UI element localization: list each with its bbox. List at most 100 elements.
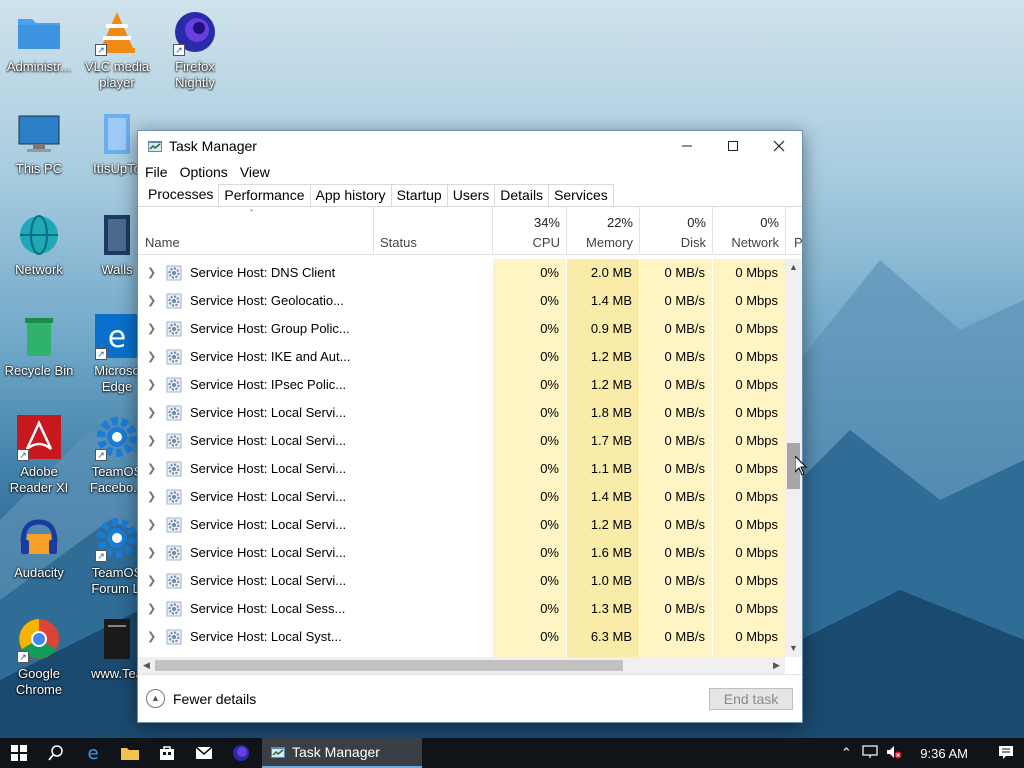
chrome-label-text: Google Chrome [15, 666, 63, 697]
column-network[interactable]: 0% Network [713, 207, 785, 255]
expand-chevron-icon[interactable]: ❯ [147, 315, 156, 343]
tab-app-history[interactable]: App history [309, 184, 392, 206]
desktop-icon-vlc[interactable]: ↗ VLC media player [78, 8, 156, 100]
action-center-button[interactable] [988, 738, 1024, 768]
taskbar-firefox-button[interactable] [222, 738, 259, 768]
taskbar-task-manager-button[interactable]: Task Manager [262, 738, 422, 768]
table-row[interactable]: ❯ Service Host: Local Syst... 0% 6.3 MB 0 MB… [138, 623, 785, 651]
expand-chevron-icon[interactable]: ❯ [147, 399, 156, 427]
process-network: 0 Mbps [713, 343, 785, 371]
process-disk: 0 MB/s [640, 343, 712, 371]
taskbar-file-explorer-button[interactable] [111, 738, 148, 768]
column-cpu[interactable]: 34% CPU [493, 207, 566, 255]
task-manager-window[interactable]: Task Manager File Options View Processes… [137, 130, 803, 723]
column-memory[interactable]: 22% Memory [567, 207, 639, 255]
network-icon[interactable] [858, 744, 882, 762]
expand-chevron-icon[interactable]: ❯ [147, 287, 156, 315]
scroll-down-icon[interactable]: ▼ [785, 640, 802, 657]
scroll-right-icon[interactable]: ▶ [768, 657, 785, 674]
footer-bar: ▲ Fewer details End task [138, 674, 802, 722]
table-row[interactable]: ❯ Service Host: Local Servi... 0% 1.8 MB 0 M… [138, 399, 785, 427]
column-power[interactable]: P [786, 207, 802, 255]
horizontal-scrollbar[interactable]: ◀ ▶ [138, 657, 785, 674]
expand-chevron-icon[interactable]: ❯ [147, 343, 156, 371]
volume-muted-icon[interactable] [882, 745, 906, 762]
tab-startup[interactable]: Startup [390, 184, 448, 206]
horizontal-scroll-thumb[interactable] [155, 660, 623, 671]
menu-view[interactable]: View [240, 164, 278, 180]
process-status [374, 455, 492, 483]
tab-performance[interactable]: Performance [218, 184, 311, 206]
expand-chevron-icon[interactable]: ❯ [147, 623, 156, 651]
table-row[interactable]: ❯ Service Host: Local Servi... 0% 1.0 MB 0 M… [138, 567, 785, 595]
tab-processes[interactable]: Processes [142, 182, 220, 206]
menu-file[interactable]: File [145, 164, 176, 180]
table-row[interactable]: ❯ Service Host: Local Sess... 0% 1.3 MB 0 MB… [138, 595, 785, 623]
service-gear-icon [166, 293, 182, 309]
process-status [374, 539, 492, 567]
column-name[interactable]: ˇ Name [138, 207, 373, 255]
menu-options[interactable]: Options [180, 164, 236, 180]
tab-details[interactable]: Details [494, 184, 550, 206]
table-row[interactable]: ❯ Service Host: Local Servi... 0% 1.7 MB 0 M… [138, 427, 785, 455]
desktop-icon-adobe-reader[interactable]: ↗ Adobe Reader XI [0, 413, 78, 505]
column-disk[interactable]: 0% Disk [640, 207, 712, 255]
vlc-label-text: VLC media player [84, 59, 150, 90]
expand-chevron-icon[interactable]: ❯ [147, 567, 156, 595]
desktop-icon-network[interactable]: Network [0, 211, 78, 303]
clock[interactable]: 9:36 AM [906, 746, 988, 761]
expand-chevron-icon[interactable]: ❯ [147, 595, 156, 623]
process-disk: 0 MB/s [640, 315, 712, 343]
taskbar: e Task Manager ⌃ 9:36 AM [0, 738, 1024, 768]
scroll-left-icon[interactable]: ◀ [138, 657, 155, 674]
desktop-icon-this-pc[interactable]: This PC [0, 110, 78, 202]
process-status [374, 567, 492, 595]
expand-chevron-icon[interactable]: ❯ [147, 371, 156, 399]
process-list[interactable]: ❯ Service Host: DNS Client 0% 2.0 MB 0 MB/s 0… [138, 259, 785, 657]
process-disk: 0 MB/s [640, 567, 712, 595]
desktop-icon-recycle-bin[interactable]: Recycle Bin [0, 312, 78, 404]
maximize-button[interactable] [710, 131, 756, 161]
expand-chevron-icon[interactable]: ❯ [147, 427, 156, 455]
taskbar-store-button[interactable] [148, 738, 185, 768]
scroll-up-icon[interactable]: ▲ [785, 259, 802, 276]
table-row[interactable]: ❯ Service Host: Local Servi... 0% 1.2 MB 0 M… [138, 511, 785, 539]
desktop-icon-administrator[interactable]: Administr... [0, 8, 78, 100]
table-row[interactable]: ❯ Service Host: IKE and Aut... 0% 1.2 MB 0 M… [138, 343, 785, 371]
desktop-icon-audacity[interactable]: Audacity [0, 514, 78, 606]
expand-chevron-icon[interactable]: ❯ [147, 483, 156, 511]
search-button[interactable] [37, 738, 74, 768]
table-row[interactable]: ❯ Service Host: IPsec Polic... 0% 1.2 MB 0 M… [138, 371, 785, 399]
process-name: Service Host: Local Servi... [190, 545, 347, 560]
end-task-button[interactable]: End task [709, 688, 793, 710]
minimize-button[interactable] [664, 131, 710, 161]
expand-chevron-icon[interactable]: ❯ [147, 539, 156, 567]
taskbar-edge-button[interactable]: e [74, 738, 111, 768]
desktop-icon-google-chrome[interactable]: ↗ Google Chrome [0, 615, 78, 707]
service-gear-icon [166, 601, 182, 617]
table-row[interactable]: ❯ Service Host: Geolocatio... 0% 1.4 MB 0 MB… [138, 287, 785, 315]
table-row[interactable]: ❯ Service Host: DNS Client 0% 2.0 MB 0 MB/s 0… [138, 259, 785, 287]
close-button[interactable] [756, 131, 802, 161]
tab-services[interactable]: Services [548, 184, 614, 206]
expand-chevron-icon[interactable]: ❯ [147, 511, 156, 539]
tab-users[interactable]: Users [446, 184, 496, 206]
column-power-label: P [794, 235, 802, 250]
service-gear-icon [166, 629, 182, 645]
desktop-icon-firefox-nightly[interactable]: ↗ Firefox Nightly [156, 8, 234, 100]
start-button[interactable] [0, 738, 37, 768]
expand-chevron-icon[interactable]: ❯ [147, 259, 156, 287]
table-row[interactable]: ❯ Service Host: Group Polic... 0% 0.9 MB 0 M… [138, 315, 785, 343]
network-total-pct: 0% [760, 215, 779, 230]
column-status[interactable]: Status [374, 207, 492, 255]
show-hidden-icons-icon[interactable]: ⌃ [834, 745, 858, 761]
fewer-details-button[interactable]: ▲ Fewer details [146, 689, 256, 708]
table-row[interactable]: ❯ Service Host: Local Servi... 0% 1.4 MB 0 M… [138, 483, 785, 511]
table-row[interactable]: ❯ Service Host: Local Servi... 0% 1.6 MB 0 M… [138, 539, 785, 567]
process-memory: 1.7 MB [567, 427, 639, 455]
title-bar[interactable]: Task Manager [138, 131, 802, 161]
table-row[interactable]: ❯ Service Host: Local Servi... 0% 1.1 MB 0 M… [138, 455, 785, 483]
expand-chevron-icon[interactable]: ❯ [147, 455, 156, 483]
process-network: 0 Mbps [713, 287, 785, 315]
taskbar-mail-button[interactable] [185, 738, 222, 768]
